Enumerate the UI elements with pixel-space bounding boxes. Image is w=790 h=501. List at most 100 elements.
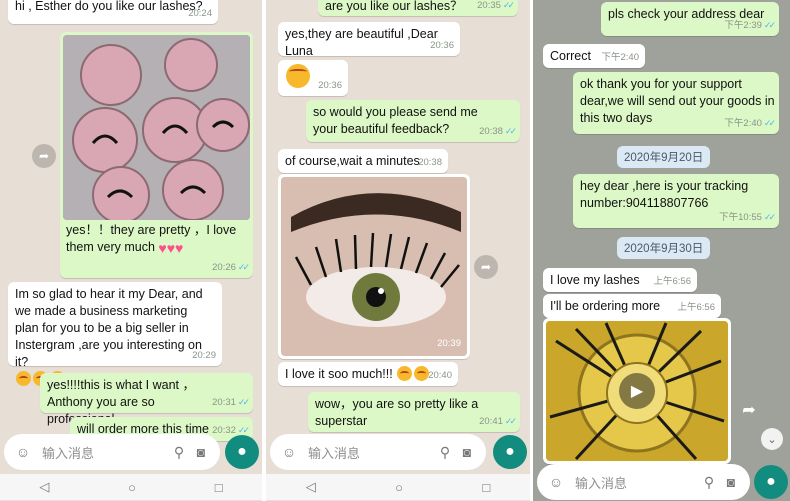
camera-icon[interactable]: ◙ [456, 441, 478, 463]
mic-icon[interactable]: ● [493, 435, 527, 469]
attach-icon[interactable]: ⚲ [698, 471, 720, 493]
message-time: 20:26 [212, 262, 236, 273]
back-nav-icon[interactable]: ◁ [306, 479, 316, 495]
read-ticks-icon: ✓✓ [763, 118, 776, 128]
message-incoming[interactable]: I love it soo much!!! 20:40 [278, 362, 458, 386]
message-time: 20:40 [428, 370, 452, 381]
message-time: 下午10:55 [719, 212, 762, 223]
message-text: Correct [550, 49, 591, 63]
message-text: so would you please send me your beautif… [313, 105, 478, 136]
date-separator: 2020年9月30日 [617, 237, 711, 259]
recents-nav-icon[interactable]: □ [215, 480, 223, 495]
message-time: 20:38 [479, 126, 503, 137]
message-text: I love my lashes [550, 273, 640, 287]
message-incoming-emoji[interactable]: 20:36 [278, 60, 348, 96]
emoji [16, 371, 31, 386]
home-nav-icon[interactable]: ○ [395, 480, 403, 495]
heart-eyes-emoji [286, 64, 310, 88]
message-incoming[interactable]: yes,they are beautiful ,Dear Luna 20:36 [278, 22, 460, 58]
recents-nav-icon[interactable]: □ [482, 480, 490, 495]
photo-time: 20:39 [437, 338, 461, 349]
message-time: 20:36 [318, 80, 342, 91]
date-separator: 2020年9月20日 [617, 146, 711, 168]
camera-icon[interactable]: ◙ [720, 471, 742, 493]
read-ticks-icon: ✓✓ [504, 416, 517, 426]
message-incoming[interactable]: hi , Esther do you like our lashes? 20:2… [8, 0, 218, 24]
lash-cases-photo[interactable] [63, 35, 250, 220]
message-incoming-video[interactable]: ▶ [543, 318, 731, 464]
photo-caption: yes！！they are pretty ，I love them very m… [66, 223, 237, 254]
message-text: are you like our lashes？ [325, 0, 463, 13]
message-time: 20:41 [479, 416, 503, 427]
message-incoming[interactable]: of course,wait a minutes 20:38 [278, 149, 448, 173]
eye-illustration [281, 177, 467, 356]
read-ticks-icon: ✓✓ [237, 425, 250, 435]
emoji [397, 366, 413, 381]
message-outgoing-photo[interactable]: yes！！they are pretty ，I love them very m… [60, 32, 253, 278]
emoji-icon[interactable]: ☺ [545, 471, 567, 493]
home-nav-icon[interactable]: ○ [128, 480, 136, 495]
message-outgoing[interactable]: hey dear ,here is your tracking number:9… [573, 174, 779, 228]
message-composer[interactable]: ☺ 输入消息 ⚲ ◙ [270, 434, 486, 470]
message-input[interactable]: 输入消息 [575, 473, 698, 492]
message-time-meta: 20:41 ✓✓ [479, 413, 517, 430]
emoji-icon[interactable]: ☺ [12, 441, 34, 463]
message-text: yes,they are beautiful ,Dear Luna [285, 27, 438, 58]
system-nav-bar: ◁ ○ □ [266, 474, 530, 500]
message-outgoing[interactable]: so would you please send me your beautif… [306, 100, 520, 142]
message-time-meta: 20:35 ✓✓ [477, 0, 515, 14]
message-time: 20:35 [477, 0, 501, 11]
message-time: 20:36 [430, 40, 454, 51]
message-outgoing[interactable]: wow，you are so pretty like a superstar 2… [308, 392, 520, 432]
message-input[interactable]: 输入消息 [42, 443, 168, 462]
message-time: 20:31 [212, 397, 236, 408]
message-time-meta: 20:38 ✓✓ [479, 123, 517, 140]
message-time: 下午2:40 [601, 52, 640, 63]
attach-icon[interactable]: ⚲ [434, 441, 456, 463]
message-outgoing[interactable]: yes!!!!this is what I want ，Anthony you … [40, 373, 253, 426]
forward-icon[interactable]: ➦ [32, 144, 56, 168]
message-outgoing[interactable]: pls check your address dear 下午2:39 ✓✓ [601, 2, 779, 36]
read-ticks-icon: ✓✓ [763, 20, 776, 30]
back-nav-icon[interactable]: ◁ [39, 479, 49, 495]
message-text: Im so glad to hear it my Dear, and we ma… [15, 287, 203, 369]
message-text: of course,wait a minutes [285, 154, 420, 168]
mic-icon[interactable]: ● [225, 435, 259, 469]
message-time: 20:29 [192, 350, 216, 361]
message-outgoing[interactable]: ok thank you for your support dear,we wi… [573, 72, 779, 134]
system-nav-bar: ◁ ○ □ [0, 474, 262, 500]
scroll-down-icon[interactable]: ⌄ [761, 428, 783, 450]
heart-emoji: ♥♥♥ [158, 240, 184, 256]
message-incoming-photo[interactable]: 20:39 [278, 174, 470, 359]
read-ticks-icon: ✓✓ [237, 397, 250, 407]
eye-lash-photo[interactable]: 20:39 [281, 177, 467, 356]
forward-icon[interactable]: ➦ [737, 398, 761, 422]
message-text: I'll be ordering more [550, 299, 661, 313]
message-incoming[interactable]: Im so glad to hear it my Dear, and we ma… [8, 282, 222, 386]
play-icon[interactable]: ▶ [619, 373, 655, 409]
lash-cases-illustration [63, 35, 250, 220]
message-outgoing[interactable]: are you like our lashes？ 20:35 ✓✓ [318, 0, 518, 16]
message-composer[interactable]: ☺ 输入消息 ⚲ ◙ [537, 464, 750, 500]
message-incoming[interactable]: I love my lashes 上午6:56 [543, 268, 697, 292]
message-time-meta: 下午10:55 ✓✓ [719, 209, 776, 226]
message-time: 20:38 [418, 157, 442, 168]
message-time-meta: 下午2:40 ✓✓ [724, 115, 776, 132]
message-incoming[interactable]: Correct 下午2:40 [543, 44, 645, 68]
message-time: 下午2:40 [724, 118, 762, 129]
read-ticks-icon: ✓✓ [763, 212, 776, 222]
mic-icon[interactable]: ● [754, 465, 788, 499]
forward-icon[interactable]: ➦ [474, 255, 498, 279]
message-time-meta: 20:31 ✓✓ [212, 394, 250, 411]
read-ticks-icon: ✓✓ [502, 0, 515, 10]
message-composer[interactable]: ☺ 输入消息 ⚲ ◙ [4, 434, 220, 470]
camera-icon[interactable]: ◙ [190, 441, 212, 463]
message-input[interactable]: 输入消息 [308, 443, 434, 462]
lash-box-video-thumbnail[interactable]: ▶ [546, 321, 728, 461]
chat-panel-2: are you like our lashes？ 20:35 ✓✓ yes,the… [266, 0, 530, 501]
emoji-icon[interactable]: ☺ [278, 441, 300, 463]
message-text: hi , Esther do you like our lashes? [15, 0, 203, 13]
message-text: hey dear ,here is your tracking number:9… [580, 179, 749, 210]
attach-icon[interactable]: ⚲ [168, 441, 190, 463]
message-incoming[interactable]: I'll be ordering more 上午6:56 [543, 294, 721, 318]
